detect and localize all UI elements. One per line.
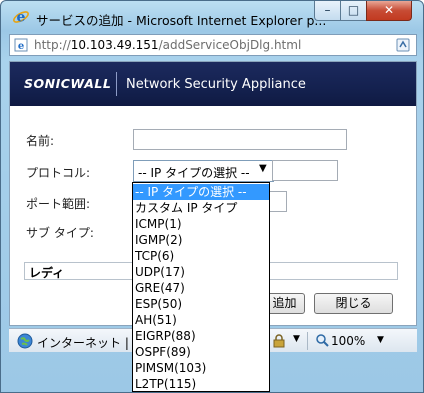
url-prefix: http:// <box>34 38 71 52</box>
dropdown-option[interactable]: L2TP(115) <box>133 376 269 392</box>
ie-logo-icon: e <box>12 8 30 26</box>
status-text: レディ <box>29 266 65 280</box>
address-bar[interactable]: e http://10.103.49.151/addServiceObjDlg.… <box>9 34 417 56</box>
dropdown-option[interactable]: OSPF(89) <box>133 344 269 360</box>
dropdown-option[interactable]: EIGRP(88) <box>133 328 269 344</box>
protocol-dropdown-list[interactable]: -- IP タイプの選択 -- カスタム IP タイプ ICMP(1) IGMP(2)… <box>132 182 270 392</box>
url-text[interactable]: http://10.103.49.151/addServiceObjDlg.ht… <box>34 38 301 52</box>
status-divider <box>307 332 308 350</box>
browser-window: e サービスの追加 - Microsoft Internet Explorer … <box>0 0 424 393</box>
protocol-select[interactable]: -- IP タイプの選択 -- ▼ <box>133 160 274 182</box>
sub-type-label: サブ タイプ: <box>26 226 94 240</box>
url-path: /addServiceObjDlg.html <box>158 38 302 52</box>
svg-text:e: e <box>18 41 24 52</box>
compatibility-view-icon[interactable] <box>395 37 411 53</box>
page-icon: e <box>14 38 28 52</box>
dropdown-option[interactable]: カスタム IP タイプ <box>133 200 269 216</box>
magnifier-icon[interactable] <box>315 333 329 347</box>
port-range-label: ポート範囲: <box>26 197 91 211</box>
dropdown-option[interactable]: ICMP(1) <box>133 216 269 232</box>
zoom-level[interactable]: 100% <box>331 334 365 348</box>
globe-icon <box>17 333 33 349</box>
name-input[interactable] <box>133 129 347 150</box>
url-host: 10.103.49.151 <box>70 38 159 52</box>
banner-title: Network Security Appliance <box>126 77 306 92</box>
dropdown-option[interactable]: GRE(47) <box>133 280 269 296</box>
protocol-select-value: -- IP タイプの選択 -- <box>138 166 250 180</box>
maximize-button[interactable]: □ <box>340 1 367 21</box>
protected-mode-icon[interactable] <box>271 333 287 349</box>
close-button[interactable]: 閉じる <box>314 293 393 314</box>
dropdown-option[interactable]: -- IP タイプの選択 -- <box>133 184 269 200</box>
dropdown-option[interactable]: AH(51) <box>133 312 269 328</box>
sonicwall-logo: SONICWALL <box>24 76 112 91</box>
window-title: サービスの追加 - Microsoft Internet Explorer p.… <box>36 13 327 28</box>
banner-divider <box>116 72 117 96</box>
minimize-button[interactable]: – <box>314 1 341 21</box>
dropdown-option[interactable]: IGMP(2) <box>133 232 269 248</box>
dropdown-option[interactable]: TCP(6) <box>133 248 269 264</box>
svg-text:e: e <box>17 10 26 26</box>
dropdown-option[interactable]: ESP(50) <box>133 296 269 312</box>
protocol-label: プロトコル: <box>26 166 91 180</box>
close-window-button[interactable]: ✕ <box>366 1 412 21</box>
add-button-label: 追加 <box>272 296 297 310</box>
protocol-number-input[interactable] <box>272 160 338 181</box>
dropdown-option[interactable]: UDP(17) <box>133 264 269 280</box>
chevron-down-icon[interactable]: ▼ <box>293 334 300 344</box>
banner: SONICWALL Network Security Appliance <box>10 62 416 106</box>
dropdown-option[interactable]: PIMSM(103) <box>133 360 269 376</box>
name-label: 名前: <box>26 134 55 148</box>
chevron-down-icon[interactable]: ▼ <box>377 335 384 345</box>
chevron-down-icon[interactable]: ▼ <box>259 163 267 174</box>
